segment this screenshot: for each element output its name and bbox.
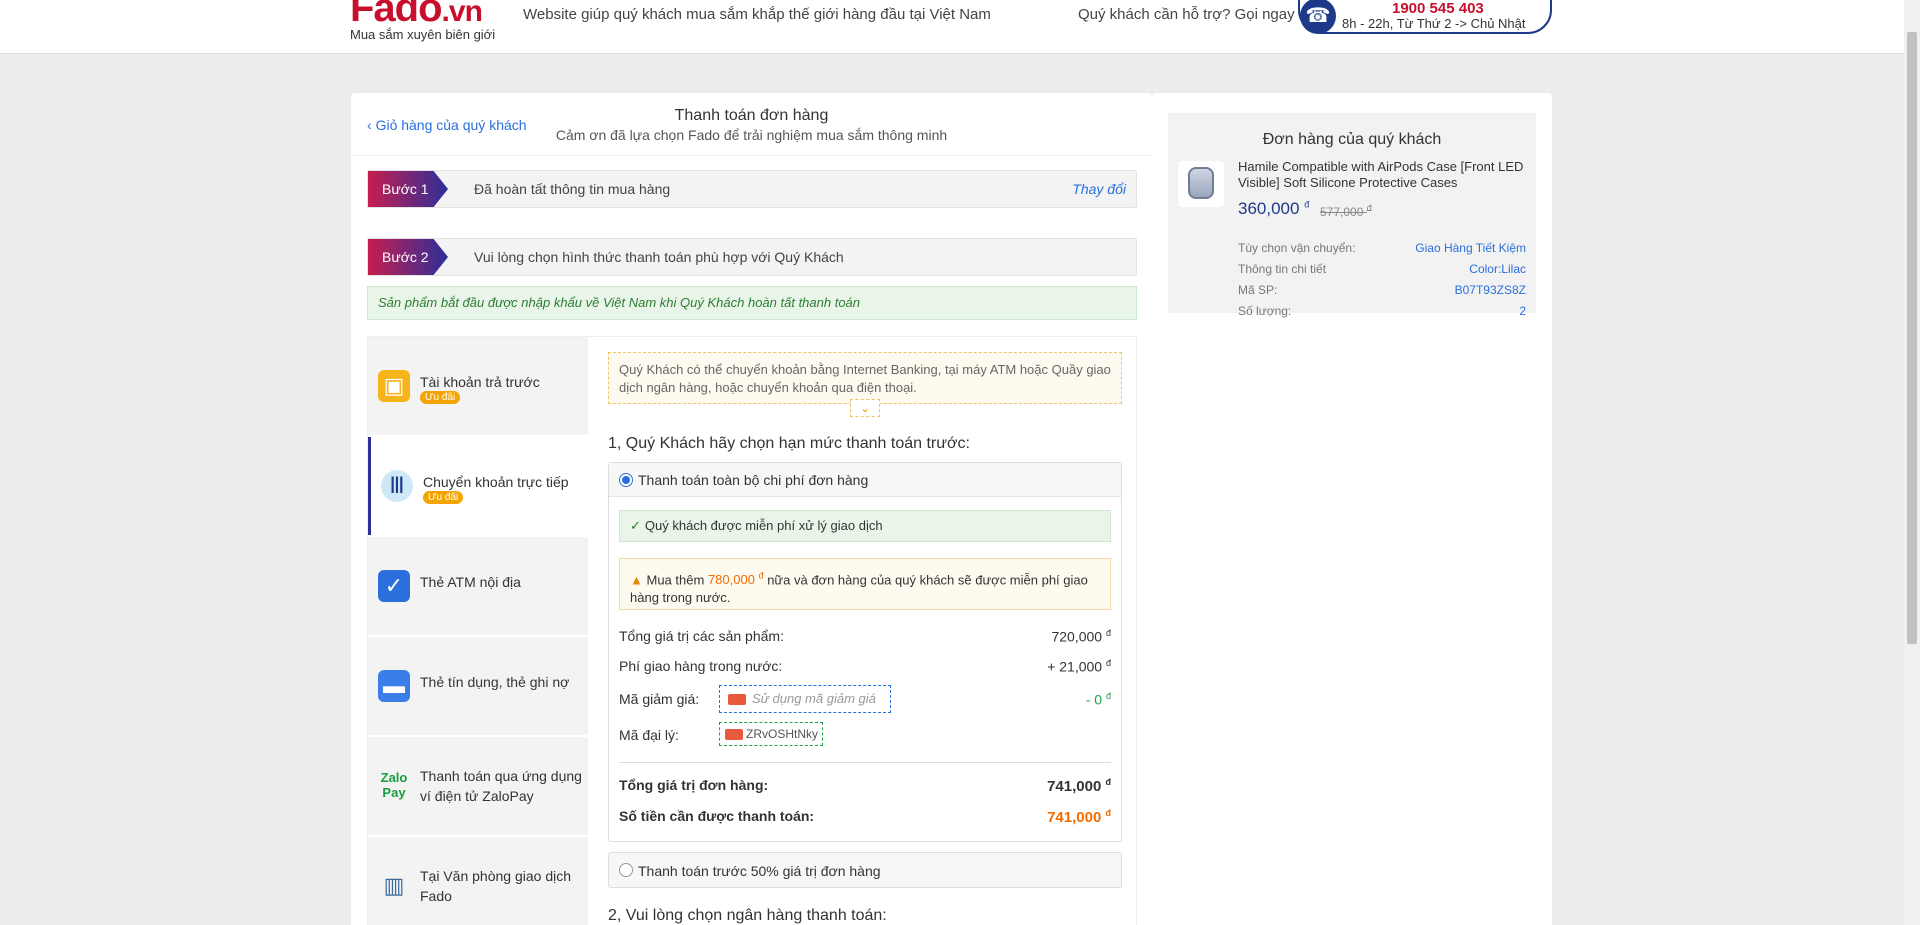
method-label: Tại Văn phòng giao dịch Fado — [420, 868, 571, 904]
discount-code-input[interactable]: Sử dụng mã giảm giá — [719, 685, 891, 713]
method-label: Thanh toán qua ứng dụng ví điện tử ZaloP… — [420, 768, 582, 804]
import-notice: Sản phẩm bắt đầu được nhập khẩu về Việt … — [367, 286, 1137, 320]
order-total-row: Tổng giá trị đơn hàng: 741,000 đ — [619, 777, 1111, 795]
step-2-tag: Bước 2 — [368, 239, 448, 275]
divider — [351, 155, 1152, 156]
product-name[interactable]: Hamile Compatible with AirPods Case [Fro… — [1238, 159, 1534, 191]
order-title: Đơn hàng của quý khách — [1262, 131, 1442, 148]
option-half-payment[interactable]: Thanh toán trước 50% giá trị đơn hàng — [608, 852, 1122, 888]
agent-code[interactable]: ZRvOSHtNky — [719, 722, 823, 746]
step-2: Bước 2 Vui lòng chọn hình thức thanh toá… — [367, 238, 1137, 276]
sku-row: Mã SP: B07T93ZS8Z — [1238, 283, 1526, 297]
bank-icon: Ⅲ — [381, 470, 413, 502]
shipping-option-row: Tùy chọn vận chuyển: Giao Hàng Tiết Kiệm — [1238, 241, 1526, 255]
method-atm-card[interactable]: ✓ Thẻ ATM nội địa — [368, 537, 588, 635]
airpods-case-image — [1188, 167, 1214, 199]
option-full-label: Thanh toán toàn bộ chi phí đơn hàng — [638, 472, 869, 488]
radio-half-payment[interactable] — [619, 863, 633, 877]
method-office[interactable]: ▥ Tại Văn phòng giao dịch Fado — [368, 837, 588, 925]
logo-subtitle: Mua sắm xuyên biên giới — [350, 27, 496, 42]
method-prepaid-account[interactable]: ▣ Tài khoản trả trước Ưu đãi — [368, 337, 588, 435]
credit-card-icon: ▬ — [378, 670, 410, 702]
payment-box: ▣ Tài khoản trả trước Ưu đãi Ⅲ Chuyển kh… — [367, 336, 1137, 925]
change-info-link[interactable]: Thay đổi — [1072, 181, 1126, 197]
free-shipping-warning: ▲ Mua thêm 780,000 đ nữa và đơn hàng của… — [619, 558, 1111, 610]
site-tagline: Website giúp quý khách mua sắm khắp thế … — [523, 6, 991, 23]
order-summary-panel: Đơn hàng của quý khách Hamile Compatible… — [1152, 93, 1552, 925]
coupon-icon — [728, 694, 746, 705]
bank-heading: 2, Vui lòng chọn ngân hàng thanh toán: — [608, 907, 887, 924]
products-total-row: Tổng giá trị các sản phẩm: 720,000 đ — [619, 628, 1111, 645]
shipping-fee-row: Phí giao hàng trong nước: + 21,000 đ — [619, 658, 1111, 675]
order-summary: Đơn hàng của quý khách Hamile Compatible… — [1168, 113, 1536, 318]
promo-badge: Ưu đãi — [423, 491, 464, 504]
page-scrollbar[interactable] — [1904, 0, 1920, 925]
method-bank-transfer[interactable]: Ⅲ Chuyển khoản trực tiếp Ưu đãi — [368, 437, 588, 535]
warning-icon: ▲ — [630, 572, 643, 588]
coupon-icon — [725, 729, 743, 740]
divider — [619, 762, 1111, 763]
step-1: Bước 1 Đã hoàn tất thông tin mua hàng Th… — [367, 170, 1137, 208]
page-subtitle: Cảm ơn đã lựa chọn Fado để trải nghiệm m… — [555, 127, 948, 143]
option-full-header[interactable]: Thanh toán toàn bộ chi phí đơn hàng — [609, 463, 1121, 497]
product-thumbnail[interactable] — [1178, 161, 1224, 207]
check-icon: ✓ — [630, 518, 641, 533]
product-price: 360,000 đ — [1238, 199, 1310, 218]
step-1-tag: Bước 1 — [368, 171, 448, 207]
step-1-text: Đã hoàn tất thông tin mua hàng — [474, 181, 671, 197]
option-half-label: Thanh toán trước 50% giá trị đơn hàng — [638, 863, 881, 879]
amount-due-row: Số tiền cần được thanh toán: 741,000 đ — [619, 808, 1111, 826]
zalopay-icon: Zalo Pay — [380, 770, 408, 800]
quantity-row: Số lượng: 2 — [1238, 304, 1526, 318]
agent-code-row: Mã đại lý: ZRvOSHtNky — [619, 722, 1111, 746]
product-old-price: 577,000 đ — [1320, 203, 1372, 219]
scrollbar-thumb[interactable] — [1907, 32, 1917, 644]
method-credit-card[interactable]: ▬ Thẻ tín dụng, thẻ ghi nợ — [368, 637, 588, 735]
wallet-icon: ▣ — [378, 370, 410, 402]
payment-methods: ▣ Tài khoản trả trước Ưu đãi Ⅲ Chuyển kh… — [368, 337, 588, 925]
hotline-box[interactable]: ☎ 1900 545 403 8h - 22h, Từ Thứ 2 -> Chủ… — [1298, 0, 1552, 34]
phone-icon: ☎ — [1300, 0, 1336, 34]
method-zalopay[interactable]: Zalo Pay Thanh toán qua ứng dụng ví điện … — [368, 737, 588, 835]
office-building-icon: ▥ — [383, 873, 405, 898]
detail-row: Thông tin chi tiết Color:Lilac — [1238, 262, 1526, 276]
checkout-panel: ‹ Giỏ hàng của quý khách Thanh toán đơn … — [351, 93, 1152, 925]
method-label: Thẻ tín dụng, thẻ ghi nợ — [420, 674, 570, 690]
method-label: Tài khoản trả trước — [420, 374, 540, 390]
site-header: Fado.vn Mua sắm xuyên biên giới Website … — [0, 0, 1904, 54]
page-title: Thanh toán đơn hàng — [674, 107, 829, 124]
discount-row: Mã giảm giá: Sử dụng mã giảm giá - 0 đ — [619, 685, 1111, 713]
step-2-text: Vui lòng chọn hình thức thanh toán phù h… — [474, 249, 844, 265]
warn-amount: 780,000 đ — [707, 571, 764, 588]
chevron-down-icon[interactable]: ⌄ — [850, 399, 880, 417]
support-text: Quý khách cần hỗ trợ? Gọi ngay — [1078, 6, 1295, 23]
method-label: Thẻ ATM nội địa — [420, 574, 521, 590]
limit-heading: 1, Quý Khách hãy chọn hạn mức thanh toán… — [608, 435, 970, 452]
hotline-hours: 8h - 22h, Từ Thứ 2 -> Chủ Nhật — [1342, 16, 1526, 31]
atm-card-icon: ✓ — [378, 570, 410, 602]
method-label: Chuyển khoản trực tiếp — [423, 474, 569, 490]
free-fee-notice: ✓ Quý khách được miễn phí xử lý giao dịch — [619, 510, 1111, 542]
transfer-info: Quý Khách có thể chuyển khoản bằng Inter… — [608, 352, 1122, 404]
option-full-payment: Thanh toán toàn bộ chi phí đơn hàng ✓ Quý… — [608, 462, 1122, 842]
hotline-number: 1900 545 403 — [1392, 0, 1484, 17]
radio-full-payment[interactable] — [619, 473, 633, 487]
promo-badge: Ưu đãi — [420, 391, 461, 404]
payment-content: Quý Khách có thể chuyển khoản bằng Inter… — [608, 337, 1128, 925]
